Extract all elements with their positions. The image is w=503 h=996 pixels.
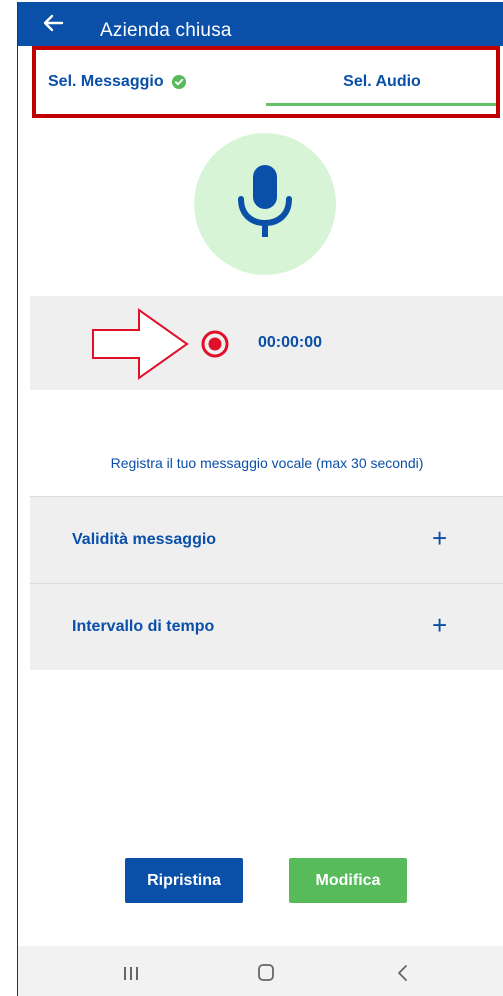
accordion-label: Intervallo di tempo [72, 618, 215, 635]
recording-hint: Registra il tuo messaggio vocale (max 30… [110, 455, 424, 471]
microphone-icon [238, 165, 292, 237]
arrow-left-icon[interactable] [42, 12, 64, 34]
microphone-button[interactable] [194, 133, 336, 275]
system-nav-bar [18, 946, 503, 996]
annotation-arrow [92, 308, 189, 380]
app-bar: Azienda chiusa [18, 2, 503, 46]
annotation-highlight-box [32, 46, 500, 118]
phone-screen: Azienda chiusa Sel. Messaggio Sel. Audio [17, 2, 503, 996]
back-chevron-icon[interactable] [388, 960, 418, 986]
accordion-time-interval[interactable]: Intervallo di tempo + [30, 583, 503, 670]
home-icon[interactable] [251, 960, 281, 986]
record-icon[interactable] [201, 330, 229, 358]
plus-icon[interactable]: + [432, 611, 447, 639]
accordion-label: Validità messaggio [72, 531, 217, 548]
recording-timer: 00:00:00 [258, 334, 323, 351]
page-title: Azienda chiusa [100, 20, 232, 41]
reset-button[interactable]: Ripristina [125, 858, 243, 903]
plus-icon[interactable]: + [432, 524, 447, 552]
edit-button[interactable]: Modifica [289, 858, 407, 903]
accordion-message-validity[interactable]: Validità messaggio + [30, 496, 503, 583]
recent-apps-icon[interactable] [116, 960, 146, 986]
